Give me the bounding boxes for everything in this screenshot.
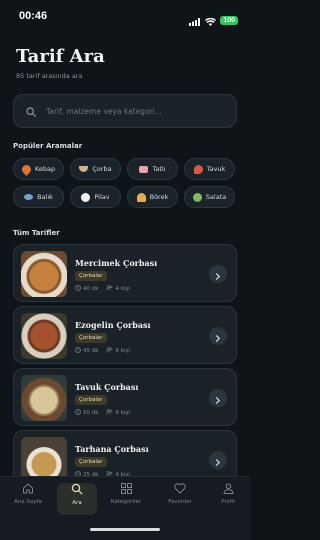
- recipe-title: Tavuk Çorbası: [75, 382, 139, 392]
- battery-icon: 100: [220, 16, 238, 25]
- recipe-title: Ezogelin Çorbası: [75, 320, 151, 330]
- chevron-right-icon: [215, 451, 221, 470]
- chip-salata[interactable]: Salata: [184, 186, 235, 208]
- recipe-thumbnail: [21, 251, 67, 297]
- recipe-time: 45 dk: [83, 348, 99, 354]
- chevron-right-icon: [215, 327, 221, 346]
- recipe-meta: 45 dk 6 kişi: [75, 347, 130, 355]
- open-recipe-button[interactable]: [209, 327, 227, 345]
- open-recipe-button[interactable]: [209, 451, 227, 469]
- home-indicator: [90, 528, 160, 531]
- recipe-thumbnail: [21, 313, 67, 359]
- tab-label: Favoriler: [168, 499, 192, 505]
- status-icons: 100: [189, 11, 238, 30]
- category-badge: Çorbalar: [75, 271, 107, 281]
- chip-corba[interactable]: Çorba: [70, 158, 121, 180]
- recipe-card[interactable]: Tavuk Çorbası Çorbalar 50 dk 6 kişi: [13, 368, 237, 426]
- page-subtitle: 85 tarif arasında ara: [16, 72, 83, 80]
- home-icon: [22, 483, 34, 496]
- rice-icon: [81, 192, 91, 202]
- recipe-title: Mercimek Çorbası: [75, 258, 158, 268]
- chip-balik[interactable]: Balık: [13, 186, 64, 208]
- tab-categories[interactable]: Kategoriler: [106, 483, 146, 515]
- people-icon: [106, 409, 113, 417]
- recipe-time: 50 dk: [83, 410, 99, 416]
- tab-search[interactable]: Ara: [57, 483, 97, 515]
- search-icon: [71, 483, 83, 497]
- recipe-title: Tarhana Çorbası: [75, 444, 149, 454]
- chip-label: Pilav: [94, 193, 110, 201]
- cake-icon: [139, 165, 149, 173]
- chevron-right-icon: [215, 389, 221, 408]
- tab-label: Ana Sayfa: [14, 499, 42, 505]
- user-icon: [222, 483, 234, 496]
- chip-tavuk[interactable]: Tavuk: [184, 158, 235, 180]
- category-badge: Çorbalar: [75, 333, 107, 343]
- tab-favorites[interactable]: Favoriler: [160, 483, 200, 515]
- recipe-meta: 50 dk 6 kişi: [75, 409, 130, 417]
- tab-home[interactable]: Ana Sayfa: [8, 483, 48, 515]
- search-bar[interactable]: [13, 94, 237, 128]
- fish-icon: [24, 194, 34, 200]
- chip-pilav[interactable]: Pilav: [70, 186, 121, 208]
- chip-label: Balık: [37, 193, 53, 201]
- search-icon: [26, 102, 36, 121]
- popular-chips: Kebap Çorba Tatlı Tavuk Balık Pilav Böre…: [13, 158, 239, 208]
- people-icon: [106, 285, 113, 293]
- recipe-time: 40 dk: [83, 286, 99, 292]
- tab-label: Kategoriler: [110, 499, 142, 505]
- status-bar: 00:46 100: [0, 0, 250, 34]
- recipe-thumbnail: [21, 375, 67, 421]
- chip-kebap[interactable]: Kebap: [13, 158, 64, 180]
- heart-icon: [174, 483, 186, 496]
- chip-label: Salata: [205, 193, 227, 201]
- category-badge: Çorbalar: [75, 457, 107, 467]
- chip-label: Tatlı: [152, 165, 166, 173]
- open-recipe-button[interactable]: [209, 389, 227, 407]
- tab-label: Ara: [72, 500, 82, 506]
- tab-profile[interactable]: Profil: [208, 483, 248, 515]
- open-recipe-button[interactable]: [209, 265, 227, 283]
- recipe-servings: 6 kişi: [115, 410, 130, 416]
- signal-icon: [189, 11, 201, 30]
- chip-label: Çorba: [92, 165, 112, 173]
- clock-icon: [75, 409, 81, 417]
- category-badge: Çorbalar: [75, 395, 107, 405]
- status-time: 00:46: [19, 10, 48, 22]
- pastry-icon: [136, 192, 146, 202]
- salad-icon: [192, 192, 202, 202]
- chip-borek[interactable]: Börek: [127, 186, 178, 208]
- wifi-icon: [205, 11, 217, 30]
- recipe-meta: 40 dk 4 kişi: [75, 285, 130, 293]
- chip-tatli[interactable]: Tatlı: [127, 158, 178, 180]
- soup-bowl-icon: [79, 166, 89, 172]
- drumstick-icon: [193, 164, 203, 174]
- chevron-right-icon: [215, 265, 221, 284]
- search-input[interactable]: [46, 106, 216, 116]
- grid-icon: [120, 483, 132, 496]
- fire-icon: [20, 162, 33, 176]
- chip-label: Kebap: [34, 165, 56, 173]
- all-recipes-heading: Tüm Tarifler: [13, 229, 60, 237]
- page-title: Tarif Ara: [16, 46, 105, 67]
- recipe-servings: 4 kişi: [115, 286, 130, 292]
- recipe-card[interactable]: Mercimek Çorbası Çorbalar 40 dk 4 kişi: [13, 244, 237, 302]
- chip-label: Börek: [149, 193, 169, 201]
- popular-searches-heading: Popüler Aramalar: [13, 142, 83, 150]
- chip-label: Tavuk: [206, 165, 226, 173]
- clock-icon: [75, 285, 81, 293]
- people-icon: [106, 347, 113, 355]
- clock-icon: [75, 347, 81, 355]
- recipe-servings: 6 kişi: [115, 348, 130, 354]
- recipe-card[interactable]: Ezogelin Çorbası Çorbalar 45 dk 6 kişi: [13, 306, 237, 364]
- tab-label: Profil: [221, 499, 235, 505]
